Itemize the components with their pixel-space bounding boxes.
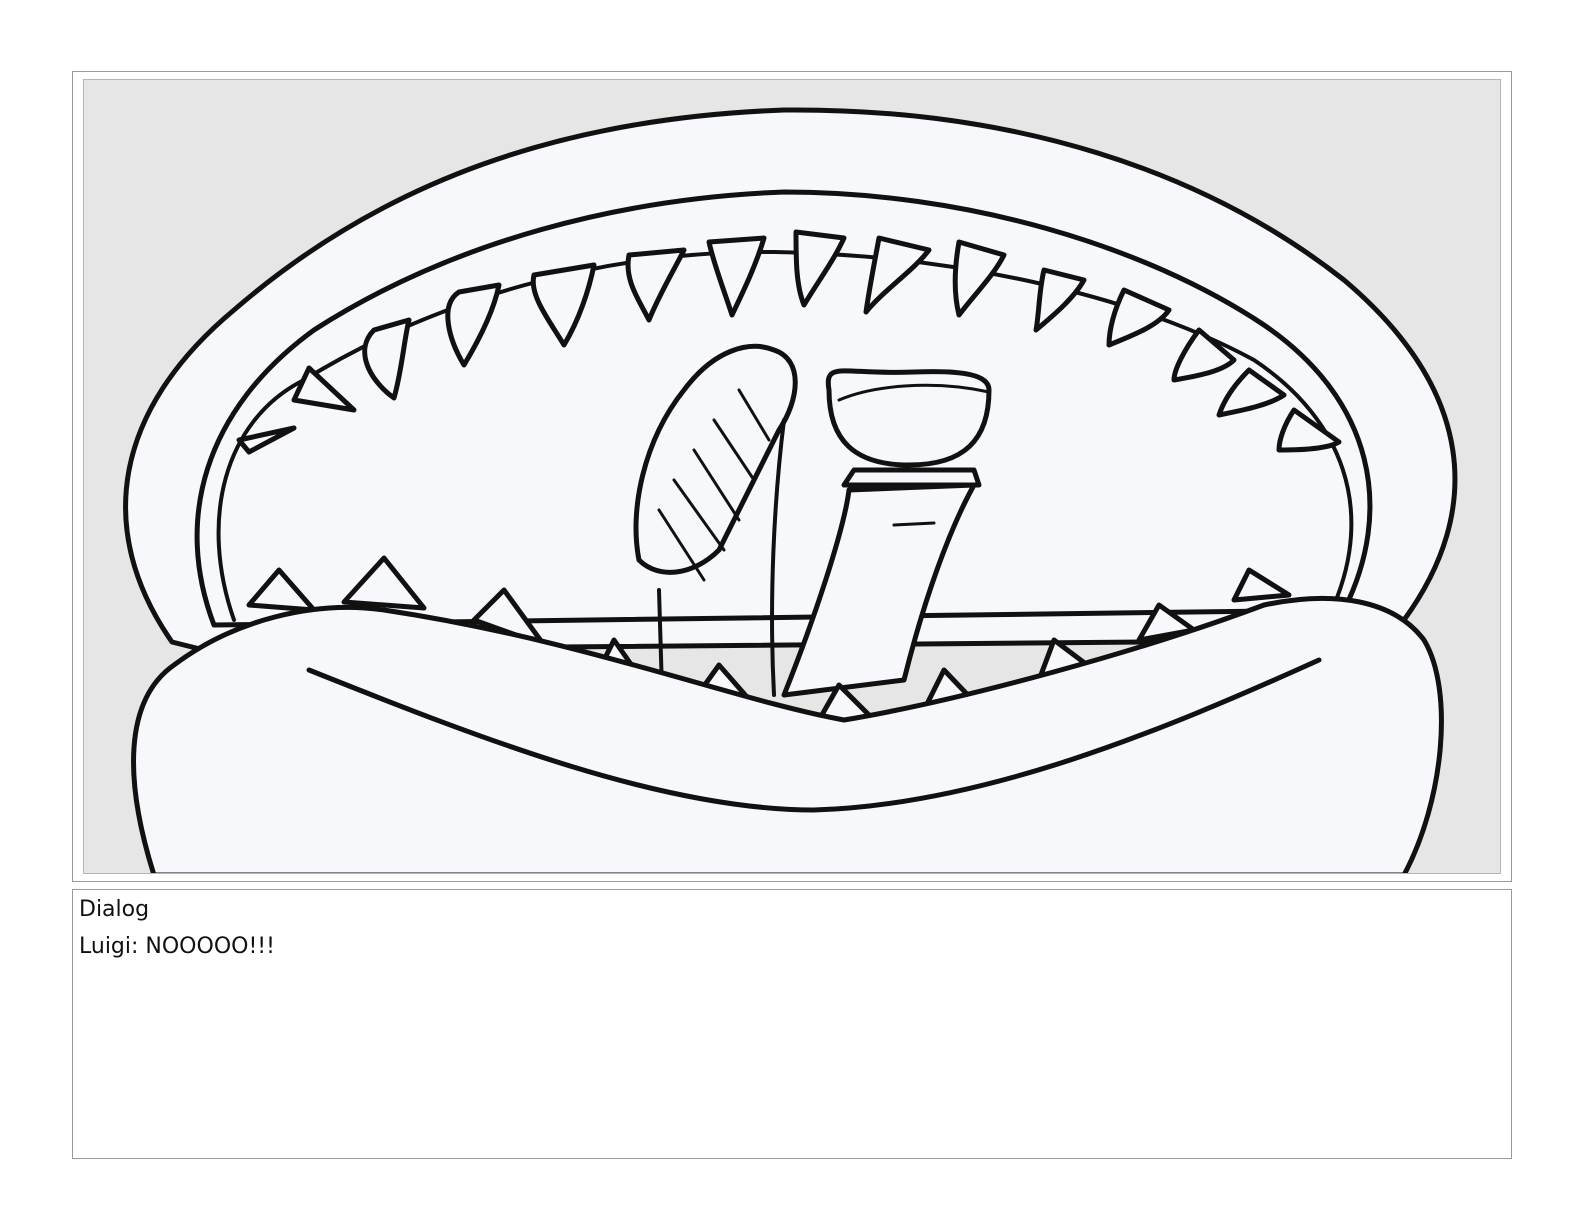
dialog-heading: Dialog <box>79 897 150 922</box>
plunger-collar <box>841 467 982 488</box>
dialog-text: Luigi: NOOOOO!!! <box>79 934 275 959</box>
dialog-box: Dialog Luigi: NOOOOO!!! <box>72 889 1512 1159</box>
storyboard-panel <box>72 71 1512 882</box>
plunger-mark <box>892 521 936 527</box>
monster-mouth-illustration <box>123 107 1458 873</box>
panel-drawing-area <box>83 79 1501 874</box>
